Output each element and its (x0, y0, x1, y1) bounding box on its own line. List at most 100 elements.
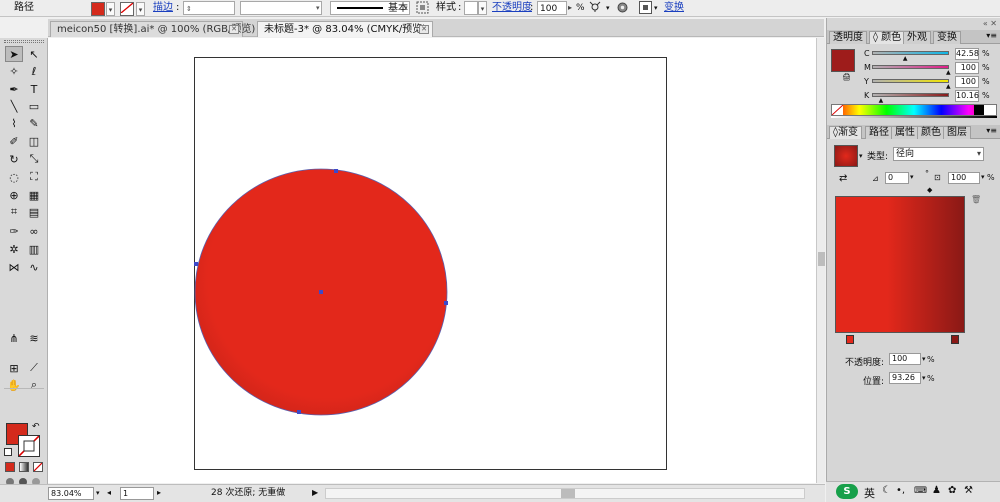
tab-color[interactable]: ◊ 颜色 (869, 31, 906, 44)
rectangle-tool-icon[interactable]: ▭ (25, 98, 43, 114)
hand-tool-icon[interactable]: ✋ (5, 377, 23, 393)
pen-tool-icon[interactable]: ✒ (5, 81, 23, 97)
close-icon[interactable]: ✕ (229, 25, 239, 34)
tab-attributes[interactable]: 属性 (891, 126, 919, 139)
align-dropdown[interactable]: ▾ (654, 1, 658, 15)
direct-selection-tool-icon[interactable]: ↖ (25, 46, 43, 62)
scroll-thumb[interactable] (818, 252, 825, 266)
punctuation-icon[interactable]: •, (896, 485, 905, 496)
channel-value-y[interactable]: 100 (955, 76, 979, 88)
ime-logo-icon[interactable]: S (836, 484, 858, 499)
lasso-tool-icon[interactable]: ℓ (25, 63, 43, 79)
rotate-tool-icon[interactable]: ↻ (5, 151, 23, 167)
user-icon[interactable]: ♟ (932, 485, 941, 496)
aspect-ratio-field[interactable]: 100 (948, 172, 980, 184)
tab-transparency[interactable]: 透明度 (829, 31, 867, 44)
symbol-sprayer-tool-icon[interactable]: ✲ (5, 241, 23, 257)
gradient-preview[interactable] (835, 196, 965, 333)
slider-thumb[interactable]: ▲ (879, 97, 884, 104)
channel-slider-y[interactable] (872, 79, 949, 83)
panel-collapse-icon[interactable]: « ✕ (829, 19, 997, 29)
fill-swatch[interactable] (91, 2, 105, 16)
slider-thumb[interactable]: ▲ (903, 55, 908, 62)
vertical-scrollbar[interactable] (816, 38, 825, 483)
channel-slider-c[interactable] (872, 51, 949, 55)
location-dropdown[interactable]: ▾ (922, 374, 926, 382)
angle-field[interactable]: 0 (885, 172, 909, 184)
tab-gradient[interactable]: ◊渐变 (829, 126, 862, 139)
recolor-icon[interactable] (588, 1, 604, 15)
scale-tool-icon[interactable]: ⤡ (25, 151, 43, 167)
tab-layers[interactable]: 图层 (943, 126, 971, 139)
status-menu-arrow[interactable]: ▶ (312, 487, 318, 500)
out-of-gamut-icon[interactable]: 🖨 (842, 73, 851, 81)
zoom-field[interactable]: 83.04% (48, 487, 94, 500)
channel-value-k[interactable]: 10.16 (955, 90, 979, 102)
profile-dropdown[interactable]: ▾ (316, 1, 320, 15)
aspect-dropdown[interactable]: ▾ (981, 173, 985, 181)
slider-thumb[interactable]: ▲ (946, 69, 951, 76)
gradient-thumbnail-dropdown[interactable]: ▾ (859, 152, 863, 160)
stroke-link[interactable]: 描边 (153, 1, 173, 15)
gradient-thumbnail[interactable] (834, 145, 858, 167)
angle-dropdown[interactable]: ▾ (910, 173, 914, 181)
stop-opacity-field[interactable]: 100 (889, 353, 921, 365)
gradient-stop-end[interactable] (951, 335, 959, 344)
reverse-gradient-icon[interactable]: ⇄ (839, 173, 847, 184)
delete-stop-icon[interactable]: 🗑 (971, 195, 981, 204)
graphic-style-dropdown[interactable]: ▾ (478, 1, 487, 15)
warp-tool-icon[interactable]: ◌ (5, 169, 23, 185)
pencil-tool-icon[interactable]: ✎ (25, 115, 43, 131)
opacity-field[interactable]: 100 (537, 1, 567, 15)
stop-opacity-dropdown[interactable]: ▾ (922, 355, 926, 363)
align-grid-icon[interactable] (639, 1, 652, 15)
perspective-grid-tool-icon[interactable]: ▦ (25, 187, 43, 203)
slice-tool-icon[interactable]: ⟋ (25, 360, 43, 376)
gradient-type-select[interactable]: 径向 ▾ (893, 147, 984, 161)
stroke-color-swatch[interactable] (18, 435, 40, 457)
blob-brush-tool-icon[interactable]: ✐ (5, 133, 23, 149)
horizontal-scrollbar[interactable] (325, 488, 805, 499)
default-colors-icon[interactable] (4, 448, 12, 456)
skin-icon[interactable]: ✿ (948, 485, 956, 496)
selection-tool-icon[interactable]: ➤ (5, 46, 23, 62)
midpoint-diamond-icon[interactable]: ◆ (927, 186, 932, 194)
opacity-dropdown-arrow[interactable]: ▸ (568, 1, 572, 15)
magic-wand-tool-icon[interactable]: ✧ (5, 63, 23, 79)
stroke-dropdown[interactable]: ▾ (136, 2, 145, 16)
tab-meicon50[interactable]: meicon50 [转换].ai* @ 100% (RGB/预览) ✕ (50, 21, 255, 37)
free-transform-tool-icon[interactable]: ⛶ (25, 169, 43, 185)
graphic-style-swatch[interactable] (464, 1, 478, 15)
color-spectrum-bar[interactable] (831, 104, 997, 116)
keyboard-icon[interactable]: ⌨ (914, 486, 927, 496)
shape-builder-tool-icon[interactable]: ⊕ (5, 187, 23, 203)
tab-color-2[interactable]: 颜色 (917, 126, 945, 139)
opacity-link[interactable]: 不透明度 (492, 1, 532, 15)
canvas-area[interactable] (48, 38, 816, 483)
width-tool-icon[interactable]: ⋈ (5, 259, 23, 275)
eyedropper-tool-icon[interactable]: ✑ (5, 223, 23, 239)
transform-link[interactable]: 变换 (664, 1, 684, 15)
close-icon[interactable]: ✕ (419, 25, 429, 34)
swap-colors-icon[interactable]: ↶ (32, 422, 40, 432)
panel-menu-icon[interactable]: ▾≡ (986, 126, 997, 135)
gear-icon[interactable] (616, 1, 629, 15)
style-icon[interactable] (416, 1, 429, 15)
zoom-tool-icon[interactable]: ⌕ (25, 377, 43, 393)
gradient-tool-icon[interactable]: ▤ (25, 204, 43, 220)
tab-untitled-3[interactable]: 未标题-3* @ 83.04% (CMYK/预览) ✕ (257, 21, 433, 37)
panel-menu-icon[interactable]: ▾≡ (986, 31, 997, 40)
scroll-thumb[interactable] (561, 489, 575, 498)
ime-language-label[interactable]: 英 (864, 485, 875, 501)
artboard-tool-icon[interactable]: ⊞ (5, 360, 23, 376)
toolbox-grip[interactable] (4, 40, 44, 43)
tab-transform[interactable]: 变换 (933, 31, 961, 44)
gradient-mode-icon[interactable] (19, 462, 29, 472)
gradient-stop-start[interactable] (846, 335, 854, 344)
wrench-icon[interactable]: ⚒ (964, 485, 973, 496)
graph-tool-icon[interactable]: ▥ (25, 241, 43, 257)
reshape-tool-icon[interactable]: ∿ (25, 259, 43, 275)
channel-slider-m[interactable] (872, 65, 949, 69)
brush-dropdown[interactable]: ▾ (404, 1, 408, 15)
channel-value-m[interactable]: 100 (955, 62, 979, 74)
